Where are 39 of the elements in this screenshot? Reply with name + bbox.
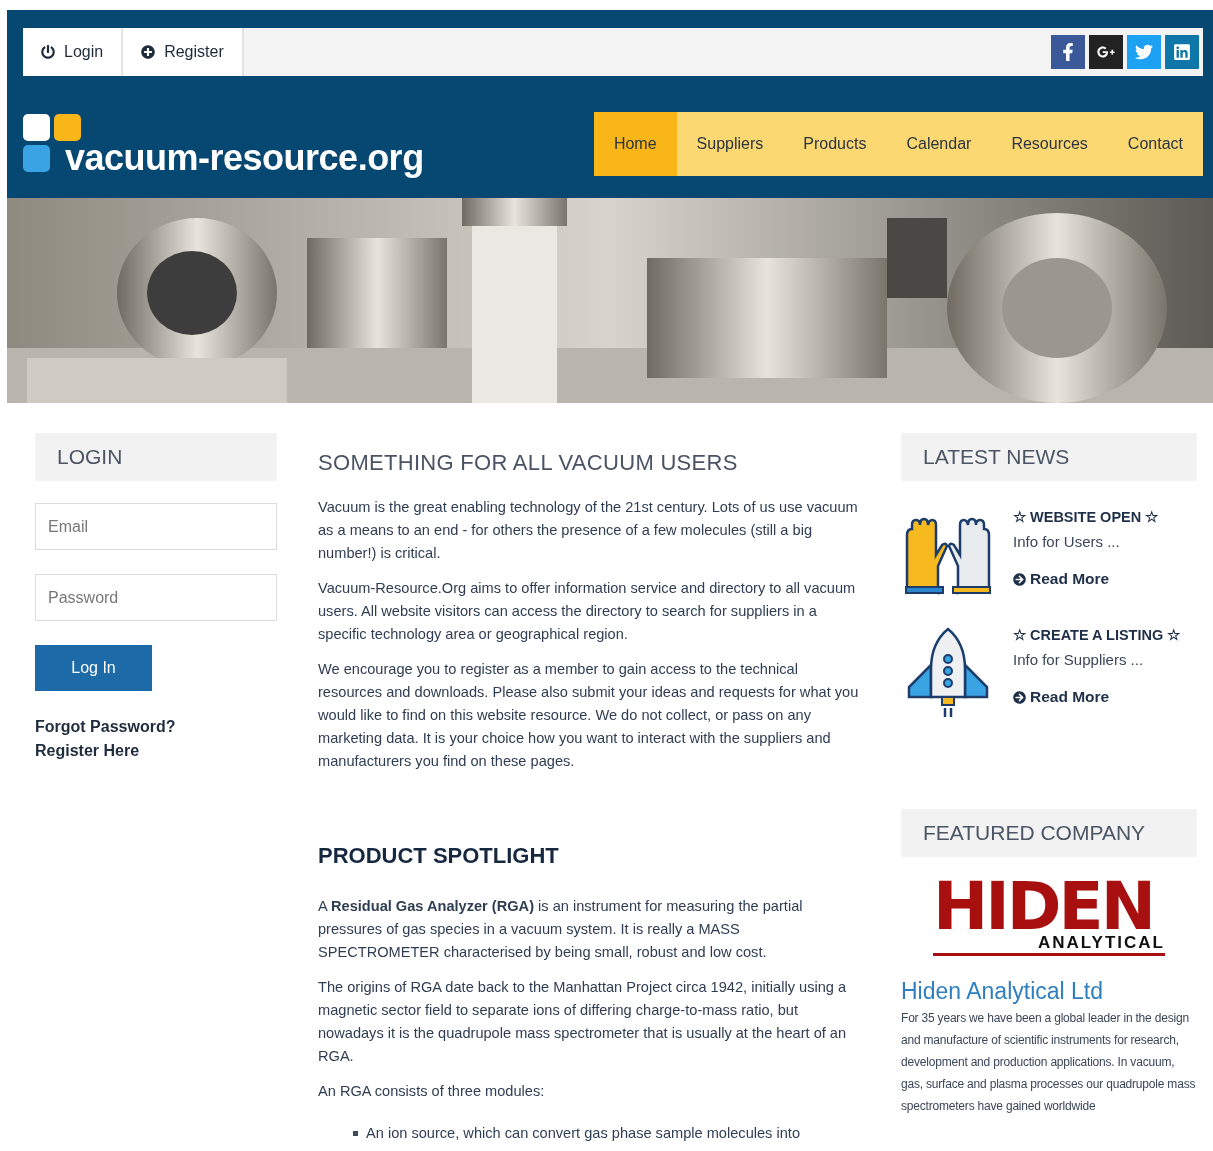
paragraph: A Residual Gas Analyzer (RGA) is an instrument for measuring the partial pressures of gas species in a vacuum system. It is really a MASS SPECTROMETER characterised by being small, robust and low cost. bbox=[318, 897, 804, 962]
login-heading: LOGIN bbox=[35, 433, 277, 481]
list-item-text: An ion source, which can convert gas phase sample molecules into bbox=[366, 1125, 800, 1141]
news-summary: Info for Users ... bbox=[1013, 533, 1121, 550]
password-field[interactable]: Password bbox=[35, 574, 277, 621]
nav-tab[interactable]: Calendar bbox=[886, 112, 992, 176]
section-heading: SOMETHING FOR ALL VACUUM USERS bbox=[318, 450, 739, 476]
read-more-link[interactable]: Read More bbox=[1013, 570, 1159, 588]
bullet-icon bbox=[353, 1130, 358, 1136]
paragraph: The origins of RGA date back to the Manhattan Project circa 1942, initially using a magnetic sector field to separate ions of differing charge-to-mass ratio, but nowadays it is the quadrupole mass spectrometer that is usually at the heart of an RGA. bbox=[318, 978, 848, 1066]
section-heading: PRODUCT SPOTLIGHT bbox=[318, 843, 560, 869]
email-field[interactable]: Email bbox=[35, 503, 277, 550]
read-more-link[interactable]: Read More bbox=[1013, 688, 1181, 706]
news-summary: Info for Suppliers ... bbox=[1013, 651, 1145, 668]
paragraph: Vacuum-Resource.Org aims to offer information service and directory to all vacuum users. All website visitors can access the directory to search for suppliers in a specific technology area or geographical region. bbox=[318, 579, 857, 644]
log-in-button[interactable]: Log In bbox=[35, 645, 152, 691]
nav-tab[interactable]: Suppliers bbox=[676, 112, 784, 176]
company-description: For 35 years we have been a global leader in the design and manufacture of scientific instruments for research, development and production applications. In vacuum, gas, surface and plasma processes our quadrupole mass spectrometers have gained worldwide bbox=[901, 1010, 1197, 1115]
linkedin-icon[interactable] bbox=[1165, 35, 1199, 69]
news-headline: ☆ CREATE A LISTING ☆ bbox=[1013, 627, 1181, 643]
paragraph: Vacuum is the great enabling technology of the 21st century. Lots of us use vacuum as a means to an end - for others the presence of a few molecules (still a big number!) is critical. bbox=[318, 498, 859, 563]
paragraph: We encourage you to register as a member to gain access to the technical resources and downloads. Please also submit your ideas and requests for what you would like to find on this website resource. We do not collect, or pass on any marketing data. It is your choice how you want to interact with the suppliers and manufacturers you find on these pages. bbox=[318, 660, 860, 771]
google-plus-icon[interactable] bbox=[1089, 35, 1123, 69]
paragraph: An RGA consists of three modules: bbox=[318, 1082, 546, 1101]
site-logo-text: vacuum-resource.org bbox=[65, 140, 424, 176]
news-headline: ☆ WEBSITE OPEN ☆ bbox=[1013, 509, 1159, 525]
nav-tab[interactable]: Products bbox=[783, 112, 887, 176]
company-name-link[interactable]: Hiden Analytical Ltd bbox=[901, 978, 1197, 1005]
power-icon bbox=[41, 45, 55, 59]
featured-heading: FEATURED COMPANY bbox=[901, 809, 1197, 857]
top-bar-link[interactable]: Register bbox=[123, 28, 244, 76]
nav-tab[interactable]: Contact bbox=[1107, 112, 1203, 176]
account-link[interactable]: Forgot Password? bbox=[35, 715, 176, 739]
facebook-icon[interactable] bbox=[1051, 35, 1085, 69]
nav-tab[interactable]: Resources bbox=[991, 112, 1108, 176]
news-heading: LATEST NEWS bbox=[901, 433, 1197, 481]
nav-tab[interactable]: Home bbox=[593, 112, 677, 176]
top-bar-link[interactable]: Login bbox=[23, 28, 124, 76]
account-link[interactable]: Register Here bbox=[35, 739, 140, 763]
